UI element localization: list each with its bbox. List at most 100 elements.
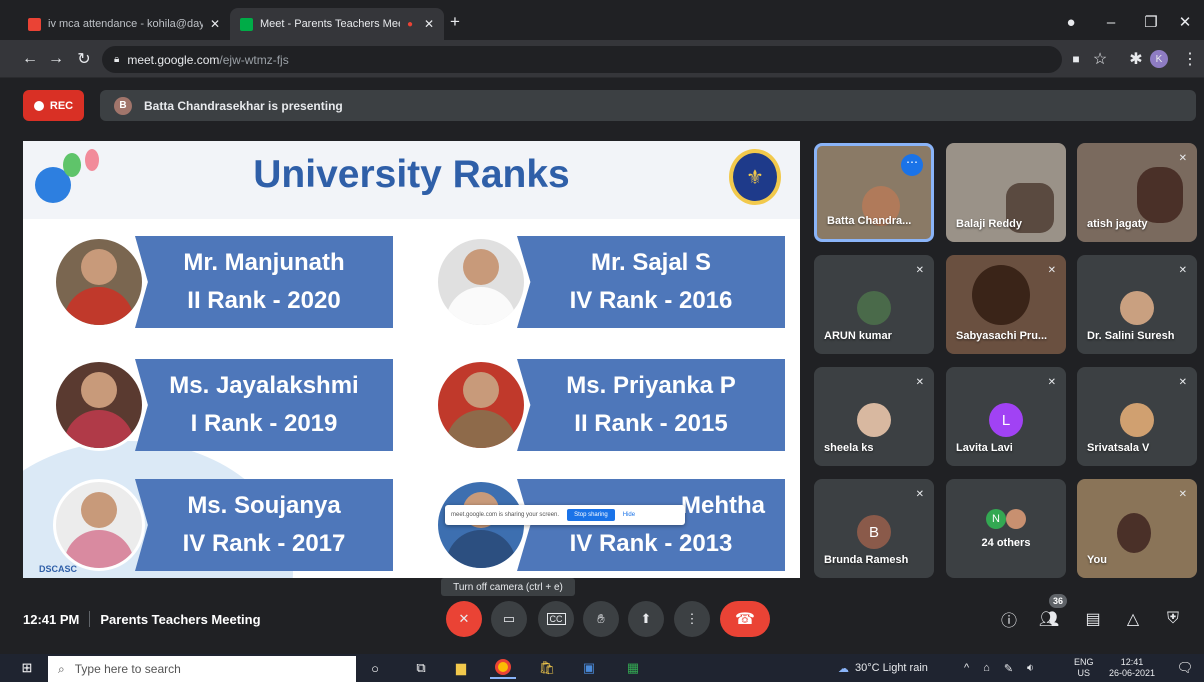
participant-tile[interactable]: ⋯ Batta Chandra...: [814, 143, 934, 242]
minimize-button[interactable]: –: [1092, 8, 1130, 36]
chrome-icon[interactable]: [490, 657, 516, 679]
mic-off-icon: ✕: [915, 489, 924, 500]
chat-icon[interactable]: ▤: [1080, 606, 1106, 632]
screen-share-notice: meet.google.com is sharing your screen. …: [445, 505, 685, 525]
new-tab-button[interactable]: +: [450, 12, 460, 32]
avatar: B: [114, 96, 132, 115]
weather-widget[interactable]: ☁ 30°C Light rain: [838, 654, 928, 682]
store-icon[interactable]: 🛍︎: [534, 657, 560, 679]
student-rank: IV Rank - 2017: [182, 530, 346, 557]
present-button[interactable]: ⬆: [628, 601, 664, 637]
close-tab-icon[interactable]: ✕: [210, 17, 220, 31]
participant-name: Dr. Salini Suresh: [1087, 330, 1175, 342]
participant-video: [972, 265, 1030, 325]
taskbar-search[interactable]: ⌕ Type here to search: [48, 656, 356, 682]
close-tab-icon[interactable]: ✕: [424, 17, 434, 31]
hide-button[interactable]: Hide: [623, 512, 635, 518]
extensions-icon[interactable]: ✱: [1124, 47, 1148, 71]
avatar: [1120, 291, 1154, 325]
host-controls-icon[interactable]: ⛨: [1160, 606, 1186, 632]
stop-sharing-button[interactable]: Stop sharing: [567, 509, 615, 521]
close-window-button[interactable]: ✕: [1166, 8, 1204, 36]
volume-icon[interactable]: 🔉︎: [1027, 662, 1034, 675]
address-bar[interactable]: 🔒︎ meet.google.com/ejw-wtmz-fjs: [102, 46, 1062, 73]
student-name: Mr. Manjunath: [183, 248, 345, 276]
student-photo: [435, 236, 527, 328]
participant-tile[interactable]: ✕ sheela ks: [814, 367, 934, 466]
student-rank: IV Rank - 2016: [569, 287, 733, 314]
participant-name: Srivatsala V: [1087, 442, 1150, 454]
camera-button[interactable]: ▭: [491, 601, 527, 637]
region-code: US: [1077, 668, 1091, 678]
others-tile[interactable]: N 24 others: [946, 479, 1066, 578]
task-view-icon[interactable]: ⧉: [408, 657, 434, 679]
camera-indicator-icon[interactable]: ■: [1064, 47, 1088, 71]
participant-tile[interactable]: ✕ Dr. Salini Suresh: [1077, 255, 1197, 354]
file-explorer-icon[interactable]: ▆: [448, 657, 474, 679]
university-emblem: ⚜: [729, 149, 781, 205]
tab-gmail[interactable]: iv mca attendance - kohila@daya ✕: [18, 8, 230, 40]
raise-hand-button[interactable]: ✋︎: [583, 601, 619, 637]
participant-video: [1117, 513, 1151, 553]
excel-icon[interactable]: ▦: [620, 657, 646, 679]
meeting-info-icon[interactable]: ⓘ: [996, 606, 1022, 632]
notifications-icon[interactable]: 🗨︎: [1172, 657, 1198, 679]
slide-watermark: DSCASC: [39, 564, 78, 574]
participant-tile[interactable]: ✕ Srivatsala V: [1077, 367, 1197, 466]
forward-icon[interactable]: →: [44, 47, 68, 71]
student-name: Ms. Soujanya: [187, 491, 341, 519]
rank-card: Mehtha IV Rank - 2013: [517, 479, 785, 571]
camera-icon: ▭: [502, 611, 516, 626]
present-icon: ⬆: [640, 611, 652, 626]
avatar: B: [857, 515, 891, 549]
participant-tile[interactable]: Balaji Reddy: [946, 143, 1066, 242]
back-icon[interactable]: ←: [18, 47, 42, 71]
network-icon[interactable]: ⌂: [983, 662, 990, 674]
participant-tile[interactable]: ✕ ARUN kumar: [814, 255, 934, 354]
meet-icon: [240, 17, 253, 31]
leave-call-button[interactable]: ☎︎: [720, 601, 770, 637]
participant-tile[interactable]: ✕ atish jagaty: [1077, 143, 1197, 242]
maximize-button[interactable]: ❐: [1132, 8, 1170, 36]
rank-card: Ms. Soujanya IV Rank - 2017: [135, 479, 393, 571]
mic-off-icon: ✕: [1047, 265, 1056, 276]
participant-tile[interactable]: ✕ L Lavita Lavi: [946, 367, 1066, 466]
captions-button[interactable]: CC: [538, 601, 574, 637]
chevron-up-icon[interactable]: ^: [964, 662, 969, 674]
meeting-details: 12:41 PM Parents Teachers Meeting: [23, 611, 261, 627]
participant-tile[interactable]: ✕ Sabyasachi Pru...: [946, 255, 1066, 354]
mic-off-icon: ✕: [1047, 377, 1056, 388]
profile-avatar[interactable]: K: [1150, 50, 1168, 68]
participant-name: Sabyasachi Pru...: [956, 330, 1048, 342]
student-rank: IV Rank - 2013: [569, 530, 733, 557]
word-icon[interactable]: ▣: [576, 657, 602, 679]
reload-icon[interactable]: ↻: [72, 47, 96, 71]
cortana-icon[interactable]: ○: [362, 657, 388, 679]
taskbar-clock[interactable]: 12:41 26-06-2021: [1106, 654, 1158, 682]
activities-icon[interactable]: △: [1120, 606, 1146, 632]
student-name: Mehtha: [681, 491, 765, 519]
tab-search-icon[interactable]: ●: [1052, 8, 1090, 36]
browser-menu-icon[interactable]: ⋮: [1178, 47, 1202, 71]
participant-tile[interactable]: ✕ You: [1077, 479, 1197, 578]
captions-icon: CC: [546, 613, 566, 625]
tab-meet[interactable]: Meet - Parents Teachers Mee ● ✕: [230, 8, 444, 40]
tab-title: iv mca attendance - kohila@daya: [48, 18, 203, 30]
url-path: /ejw-wtmz-fjs: [219, 52, 289, 67]
hangup-icon: ☎︎: [735, 611, 755, 628]
bookmark-star-icon[interactable]: ☆: [1088, 47, 1112, 71]
more-options-button[interactable]: ⋮: [674, 601, 710, 637]
people-icon[interactable]: 👥︎: [1036, 606, 1062, 632]
windows-start-icon[interactable]: ⊞: [14, 657, 40, 679]
mic-off-button[interactable]: ✕: [446, 601, 482, 637]
participant-name: Lavita Lavi: [956, 442, 1013, 454]
participant-tile[interactable]: ✕ B Brunda Ramesh: [814, 479, 934, 578]
language-indicator[interactable]: ENG US: [1074, 654, 1094, 682]
mic-off-icon: ✕: [1178, 153, 1187, 164]
student-photo: [53, 479, 145, 571]
student-photo: [435, 359, 527, 451]
more-options-icon[interactable]: ⋯: [901, 154, 923, 176]
pen-icon[interactable]: ✎: [1004, 662, 1013, 675]
camera-tooltip: Turn off camera (ctrl + e): [441, 578, 575, 596]
student-photo: [435, 479, 527, 571]
